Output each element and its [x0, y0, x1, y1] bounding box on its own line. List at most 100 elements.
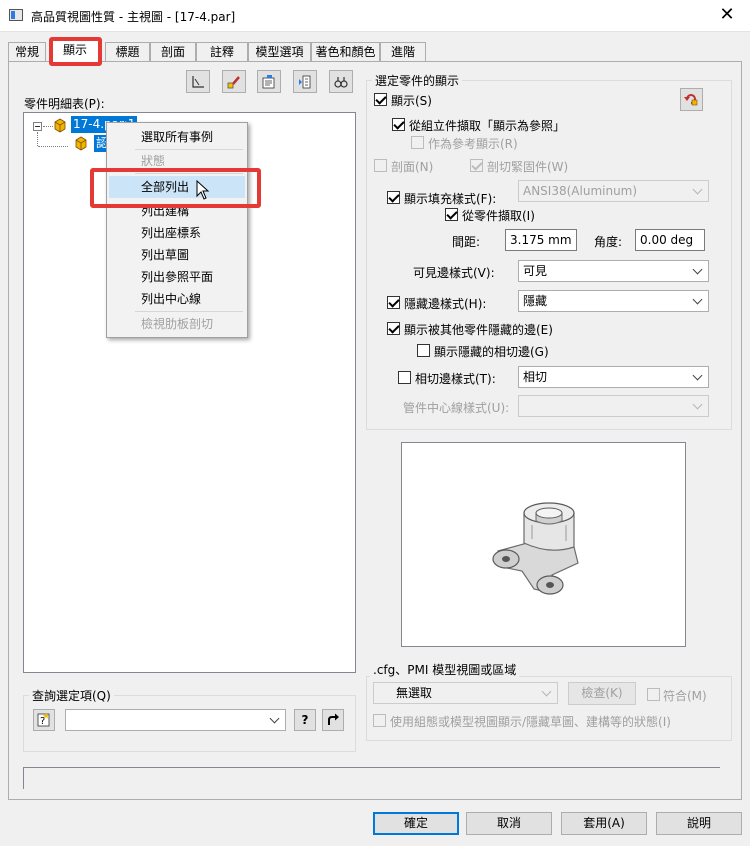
tree-connector [37, 132, 38, 146]
from-part-checkbox[interactable] [445, 208, 458, 221]
tab-general[interactable]: 常規 [8, 42, 46, 62]
tangent-edge-combo[interactable]: 相切 [518, 366, 709, 388]
chevron-down-icon [269, 710, 281, 730]
section-label: 剖面(N) [391, 160, 434, 174]
tab-display[interactable]: 顯示 [51, 40, 99, 63]
show-hidden-tangent-checkbox[interactable] [417, 344, 430, 357]
show-hidden-by-other-label: 顯示被其他零件隱藏的邊(E) [404, 323, 553, 337]
ok-button[interactable]: 確定 [373, 812, 459, 835]
selected-part-display-label: 選定零件的顯示 [372, 72, 463, 89]
toolbar-find-button[interactable] [329, 70, 353, 93]
fill-style-checkbox[interactable] [387, 191, 400, 204]
hidden-edge-combo[interactable]: 隱藏 [518, 290, 709, 312]
section-checkbox[interactable] [374, 159, 387, 172]
query-combo[interactable] [65, 709, 286, 731]
visible-edge-combo[interactable]: 可見 [518, 260, 709, 282]
menu-item-view-rib-section: 檢視肋板剖切 [141, 317, 214, 331]
fill-style-combo[interactable]: ANSI38(Aluminum) [518, 180, 709, 202]
query-wizard-button[interactable]: ? [33, 709, 55, 731]
tab-annotation[interactable]: 註釋 [196, 42, 248, 62]
from-assembly-checkbox[interactable] [392, 118, 405, 131]
tangent-edge-checkbox[interactable] [398, 371, 411, 384]
query-help-button[interactable]: ? [294, 709, 316, 731]
angle-input[interactable]: 0.00 deg [635, 229, 705, 251]
tab-model-options[interactable]: 模型選項 [248, 42, 311, 62]
show-checkbox[interactable] [374, 93, 387, 106]
part-preview [401, 442, 686, 647]
fill-style-value: ANSI38(Aluminum) [523, 184, 638, 198]
tree-collapse-icon[interactable] [33, 122, 42, 131]
list-icon [299, 75, 311, 89]
menu-item-list-all[interactable]: 全部列出 [109, 176, 245, 198]
toolbar-axis-button[interactable] [186, 70, 210, 93]
show-label: 顯示(S) [391, 94, 432, 108]
menu-item-list-centerlines[interactable]: 列出中心線 [109, 288, 245, 310]
tangent-edge-value: 相切 [523, 370, 548, 384]
help-button[interactable]: 說明 [656, 812, 742, 835]
tube-centerline-combo[interactable] [518, 395, 709, 417]
spacing-input[interactable]: 3.175 mm [505, 229, 577, 251]
query-wizard-icon: ? [37, 713, 50, 727]
chevron-down-icon [692, 367, 704, 387]
apply-button[interactable]: 套用(A) [561, 812, 647, 835]
tab-section[interactable]: 剖面 [150, 42, 196, 62]
parts-list-label: 零件明細表(P): [24, 97, 105, 111]
cancel-button[interactable]: 取消 [466, 812, 552, 835]
visible-edge-value: 可見 [523, 264, 548, 278]
use-config-checkbox[interactable] [373, 714, 386, 727]
visible-edge-label: 可見邊樣式(V): [413, 266, 495, 280]
reset-display-button[interactable] [680, 88, 703, 111]
hidden-edge-label: 隱藏邊樣式(H): [404, 297, 487, 311]
mouse-cursor-icon [196, 180, 210, 200]
cfg-group-label: .cfg、PMI 模型視圖或區域 [370, 661, 520, 678]
match-label: 符合(M) [663, 689, 707, 703]
tab-shading-color[interactable]: 著色和顏色 [311, 42, 380, 62]
tab-advanced[interactable]: 進階 [380, 42, 426, 62]
menu-item-list-sketches[interactable]: 列出草圖 [109, 244, 245, 266]
menu-item-list-reference-planes[interactable]: 列出參照平面 [109, 266, 245, 288]
from-part-label: 從零件擷取(I) [462, 209, 535, 223]
toolbar-paint-button[interactable] [222, 70, 246, 93]
tree-connector [38, 146, 68, 147]
refresh-icon [684, 94, 698, 106]
menu-separator [135, 311, 243, 312]
hidden-edge-value: 隱藏 [523, 294, 548, 308]
title-bar: 高品質視圖性質 - 主視圖 - [17-4.par] ✕ [0, 0, 750, 32]
tab-title[interactable]: 標題 [105, 42, 150, 62]
show-hidden-tangent-label: 顯示隱藏的相切邊(G) [434, 345, 549, 359]
hidden-edge-checkbox[interactable] [387, 296, 400, 309]
chevron-down-icon [692, 181, 704, 201]
tangent-edge-label: 相切邊樣式(T): [415, 372, 496, 386]
app-icon [9, 9, 23, 21]
check-button[interactable]: 檢查(K) [568, 682, 636, 705]
window-title: 高品質視圖性質 - 主視圖 - [17-4.par] [31, 10, 236, 24]
menu-item-select-all-instances[interactable]: 選取所有事例 [109, 126, 245, 148]
brush-icon [227, 76, 240, 89]
cut-fasteners-label: 剖切緊固件(W) [487, 160, 569, 174]
properties-icon [262, 75, 275, 89]
binoculars-icon [334, 77, 348, 88]
use-config-label: 使用組態或模型視圖顯示/隱藏草圖、建構等的狀態(I) [390, 715, 671, 729]
redo-arrow-icon [328, 713, 339, 725]
tube-centerline-label: 管件中心線樣式(U): [403, 401, 510, 415]
angle-label: 角度: [594, 235, 623, 249]
close-icon[interactable]: ✕ [714, 3, 740, 27]
chevron-down-icon [541, 683, 553, 703]
chevron-down-icon [692, 261, 704, 281]
toolbar-properties-button[interactable] [257, 70, 281, 93]
toolbar-list-button[interactable] [293, 70, 317, 93]
cut-fasteners-checkbox[interactable] [470, 159, 483, 172]
query-group-label: 查詢選定項(Q) [29, 687, 114, 704]
cfg-combo[interactable]: 無選取 [373, 682, 558, 704]
from-assembly-label: 從組立件擷取「顯示為參照」 [409, 119, 566, 133]
cfg-combo-value: 無選取 [396, 686, 433, 700]
menu-item-list-coordinate-systems[interactable]: 列出座標系 [109, 222, 245, 244]
menu-separator [135, 173, 243, 174]
menu-item-list-construction[interactable]: 列出建構 [109, 200, 245, 222]
chevron-down-icon [692, 291, 704, 311]
menu-item-status: 狀態 [141, 154, 166, 168]
match-checkbox[interactable] [647, 688, 660, 701]
as-reference-checkbox[interactable] [411, 136, 424, 149]
query-run-button[interactable] [322, 709, 344, 731]
show-hidden-by-other-checkbox[interactable] [387, 322, 400, 335]
